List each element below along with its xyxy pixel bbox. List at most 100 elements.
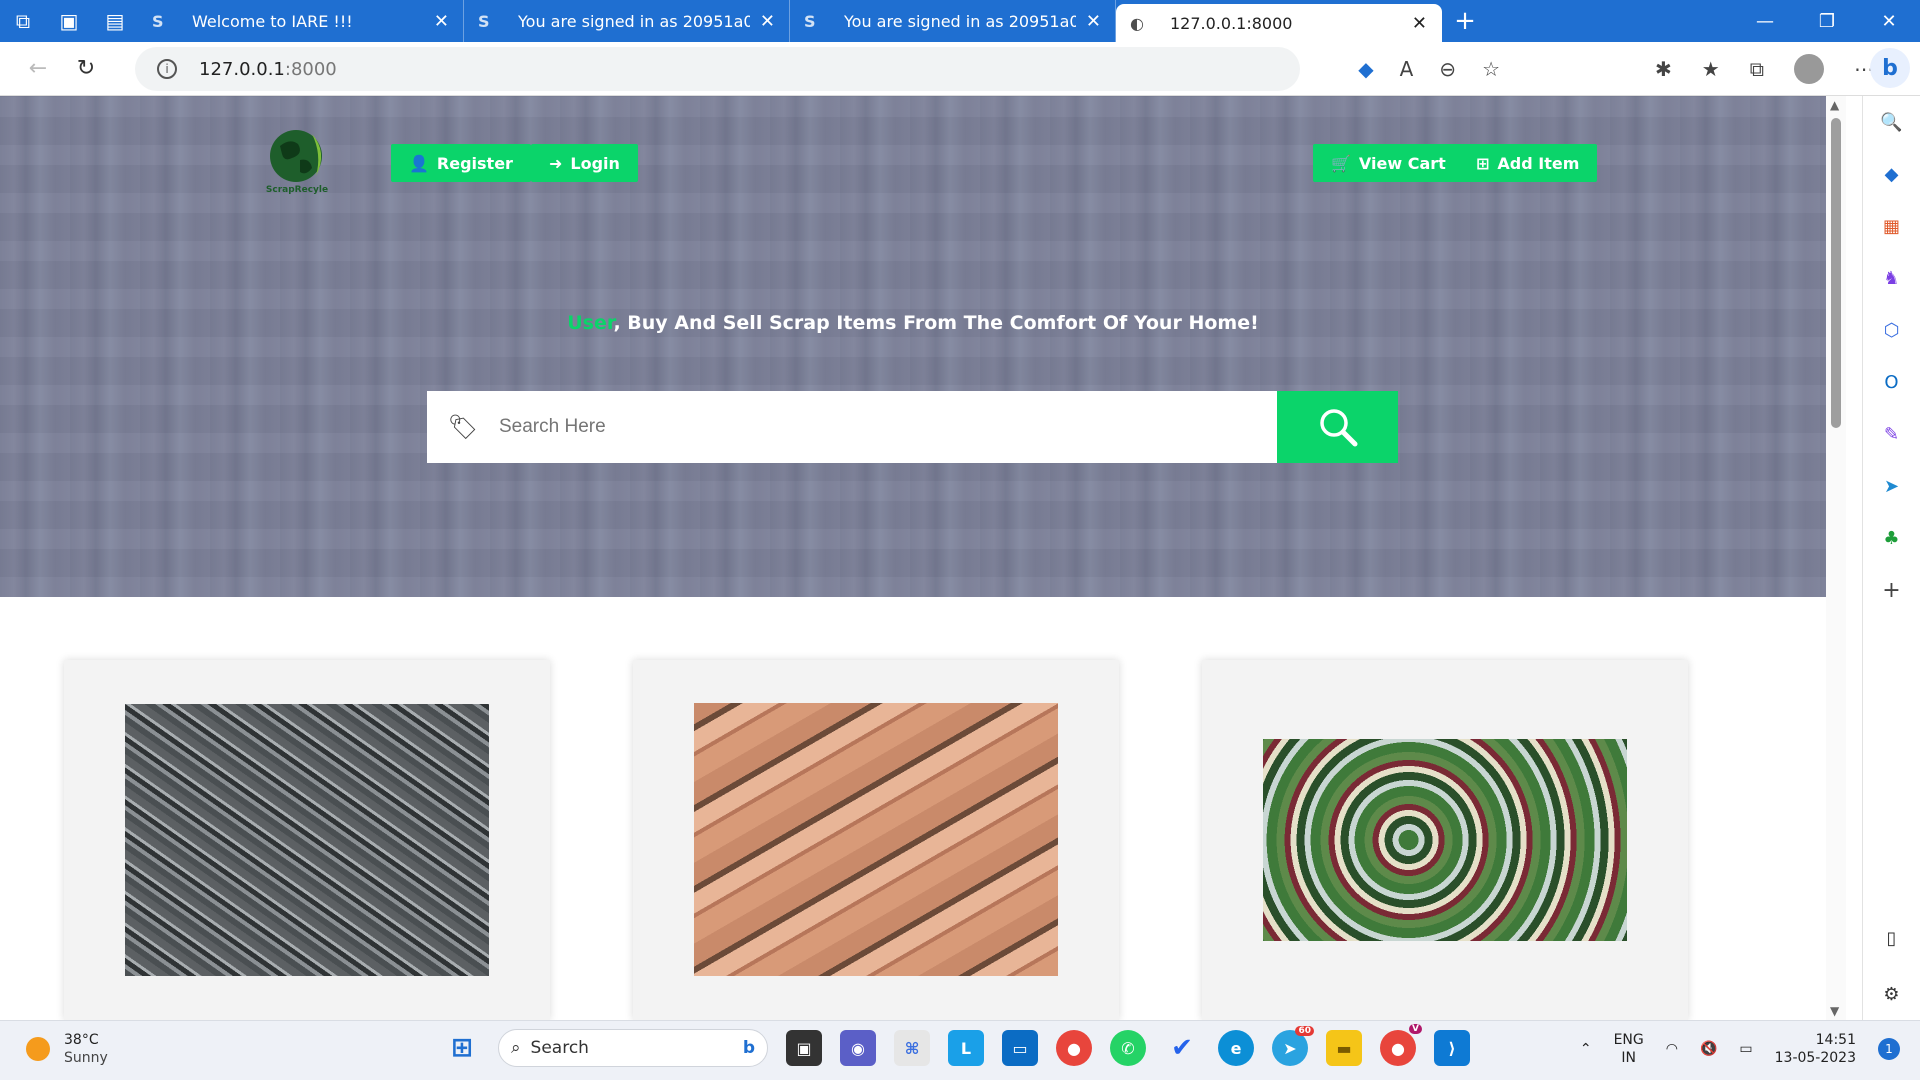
chrome-icon[interactable]: ● bbox=[1056, 1030, 1092, 1066]
coupon-tag-icon[interactable]: ◆ bbox=[1358, 57, 1373, 81]
search-input[interactable] bbox=[499, 391, 1277, 463]
hero-banner: ScrapRecyle 👤 Register ➜ Login 🛒 View Ca… bbox=[0, 96, 1826, 597]
logo-text: ScrapRecyle bbox=[266, 185, 328, 195]
site-logo[interactable]: ScrapRecyle bbox=[262, 124, 332, 198]
refresh-icon[interactable]: ↻ bbox=[62, 42, 110, 96]
edge-icon[interactable]: e bbox=[1218, 1030, 1254, 1066]
python-icon[interactable]: ⌘ bbox=[894, 1030, 930, 1066]
battery-icon[interactable]: ▭ bbox=[1739, 1041, 1752, 1057]
l-app-icon[interactable]: L bbox=[948, 1030, 984, 1066]
site-info-icon[interactable]: i bbox=[157, 59, 177, 79]
scroll-up-icon[interactable]: ▲ bbox=[1830, 98, 1839, 112]
register-button[interactable]: 👤 Register bbox=[391, 144, 531, 182]
weather-widget[interactable]: 38°C Sunny bbox=[26, 1031, 108, 1067]
tab-actions-icon[interactable]: ▣ bbox=[46, 0, 92, 42]
workspaces-icon[interactable]: ⧉ bbox=[0, 0, 46, 42]
tab-welcome[interactable]: S Welcome to IARE !!! ✕ bbox=[138, 0, 464, 42]
weather-condition: Sunny bbox=[64, 1050, 108, 1066]
remote-desktop-icon[interactable]: ▭ bbox=[1002, 1030, 1038, 1066]
show-hidden-icons-chevron-icon[interactable]: ⌃ bbox=[1580, 1041, 1592, 1057]
search-button[interactable] bbox=[1277, 391, 1398, 463]
back-icon[interactable]: ← bbox=[14, 42, 62, 96]
login-button[interactable]: ➜ Login bbox=[531, 144, 638, 182]
tab-signed-in-2[interactable]: S You are signed in as 20951a0585 ✕ bbox=[790, 0, 1116, 42]
page-scrollbar[interactable]: ▲ ▼ bbox=[1826, 96, 1846, 1020]
sidebar-search-icon[interactable]: 🔍 bbox=[1878, 108, 1906, 136]
plus-square-icon: ⊞ bbox=[1476, 153, 1490, 173]
taskbar-apps: ⊞ ⌕ Search b ▣ ◉ ⌘ L ▭ ● ✆ ✔ e ➤ 60 ▬ ● V … bbox=[444, 1024, 1470, 1067]
window-close-icon[interactable]: ✕ bbox=[1858, 0, 1920, 42]
extensions-icon[interactable]: ✱ bbox=[1655, 57, 1672, 81]
tab-localhost[interactable]: ◐ 127.0.0.1:8000 ✕ bbox=[1116, 4, 1442, 42]
chrome-profile-icon[interactable]: ● V bbox=[1380, 1024, 1422, 1066]
tab-title: 127.0.0.1:8000 bbox=[1170, 13, 1293, 33]
system-tray: ⌃ ENG IN ◠ 🔇 ▭ 14:51 13-05-2023 1 bbox=[1580, 1031, 1900, 1067]
shopping-tag-icon[interactable]: ◆ bbox=[1878, 160, 1906, 188]
cart-icon: 🛒 bbox=[1331, 153, 1351, 173]
games-icon[interactable]: ♞ bbox=[1878, 264, 1906, 292]
address-input[interactable]: i 127.0.0.1:8000 bbox=[135, 47, 1300, 91]
add-item-button[interactable]: ⊞ Add Item bbox=[1458, 144, 1598, 182]
todo-check-icon[interactable]: ✔ bbox=[1164, 1030, 1200, 1066]
settings-gear-icon[interactable]: ⚙ bbox=[1878, 980, 1906, 1008]
zoom-out-icon[interactable]: ⊖ bbox=[1439, 57, 1456, 81]
task-view-icon[interactable]: ▣ bbox=[786, 1030, 822, 1066]
scroll-thumb[interactable] bbox=[1831, 118, 1841, 428]
tab-signed-in-1[interactable]: S You are signed in as 20951a0585 ✕ bbox=[464, 0, 790, 42]
favorites-icon[interactable]: ★ bbox=[1702, 57, 1720, 81]
profile-avatar[interactable] bbox=[1794, 54, 1824, 84]
whatsapp-icon[interactable]: ✆ bbox=[1110, 1030, 1146, 1066]
hero-tagline: User, Buy And Sell Scrap Items From The … bbox=[0, 312, 1826, 334]
tools-icon[interactable]: ▦ bbox=[1878, 212, 1906, 240]
restore-icon[interactable]: ❐ bbox=[1796, 0, 1858, 42]
telegram-icon[interactable]: ➤ 60 bbox=[1272, 1026, 1314, 1066]
wifi-icon[interactable]: ◠ bbox=[1666, 1041, 1678, 1057]
url-port: :8000 bbox=[284, 58, 337, 80]
language-indicator[interactable]: ENG IN bbox=[1614, 1031, 1644, 1067]
add-sidebar-app-icon[interactable]: + bbox=[1878, 576, 1906, 604]
file-explorer-icon[interactable]: ▬ bbox=[1326, 1030, 1362, 1066]
product-card[interactable] bbox=[64, 660, 550, 1020]
teams-chat-icon[interactable]: ◉ bbox=[840, 1030, 876, 1066]
view-cart-button[interactable]: 🛒 View Cart bbox=[1313, 144, 1464, 182]
product-image-wood-scrap[interactable] bbox=[694, 703, 1058, 976]
product-card[interactable] bbox=[1202, 660, 1688, 1020]
send-icon[interactable]: ➤ bbox=[1878, 472, 1906, 500]
tree-icon[interactable]: ♣ bbox=[1878, 524, 1906, 552]
cart-label: View Cart bbox=[1358, 153, 1446, 173]
toolbar-icons: ✱ ★ ⧉ ⋯ bbox=[1655, 42, 1874, 96]
microsoft365-icon[interactable]: ⬡ bbox=[1878, 316, 1906, 344]
scroll-down-icon[interactable]: ▼ bbox=[1830, 1004, 1839, 1018]
collections-icon[interactable]: ⧉ bbox=[1750, 57, 1764, 81]
add-favorite-icon[interactable]: ☆ bbox=[1482, 57, 1500, 81]
product-image-metal-scrap[interactable] bbox=[125, 704, 489, 976]
outlook-icon[interactable]: O bbox=[1878, 368, 1906, 396]
product-card[interactable] bbox=[633, 660, 1119, 1020]
telegram-badge: 60 bbox=[1295, 1026, 1314, 1036]
minimize-icon[interactable]: — bbox=[1734, 0, 1796, 42]
close-icon[interactable]: ✕ bbox=[760, 11, 775, 32]
taskbar-search[interactable]: ⌕ Search b bbox=[498, 1029, 768, 1067]
temperature: 38°C bbox=[64, 1032, 99, 1048]
new-tab-icon[interactable]: + bbox=[1442, 6, 1488, 36]
hide-sidebar-icon[interactable]: ▯ bbox=[1878, 924, 1906, 952]
search-icon: ⌕ bbox=[511, 1038, 521, 1058]
clock[interactable]: 14:51 13-05-2023 bbox=[1775, 1031, 1856, 1067]
close-icon[interactable]: ✕ bbox=[1412, 13, 1427, 34]
close-icon[interactable]: ✕ bbox=[434, 11, 449, 32]
product-image-glass-bottles[interactable] bbox=[1263, 739, 1627, 941]
bing-chat-icon[interactable]: b bbox=[1870, 48, 1910, 88]
notification-badge[interactable]: 1 bbox=[1878, 1038, 1900, 1060]
close-icon[interactable]: ✕ bbox=[1086, 11, 1101, 32]
sun-icon bbox=[26, 1037, 50, 1061]
vscode-icon[interactable]: ⟩ bbox=[1434, 1030, 1470, 1066]
read-aloud-icon[interactable]: A bbox=[1400, 57, 1414, 81]
windows-start-icon[interactable]: ⊞ bbox=[444, 1030, 480, 1066]
tab-favicon: S bbox=[478, 11, 490, 31]
designer-icon[interactable]: ✎ bbox=[1878, 420, 1906, 448]
date: 13-05-2023 bbox=[1774, 1050, 1856, 1066]
volume-muted-icon[interactable]: 🔇 bbox=[1700, 1041, 1717, 1057]
browser-tab-bar: ⧉ ▣ ▤ S Welcome to IARE !!! ✕ S You are … bbox=[0, 0, 1920, 42]
collections-tab-icon[interactable]: ▤ bbox=[92, 0, 138, 42]
search-icon bbox=[1319, 409, 1357, 447]
